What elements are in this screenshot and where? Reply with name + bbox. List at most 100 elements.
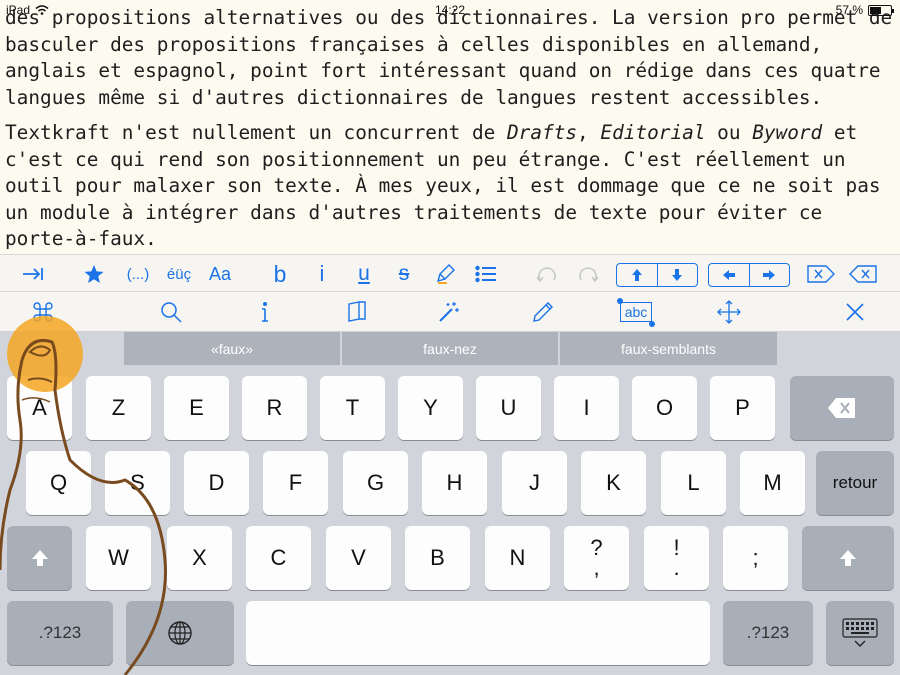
underline-button[interactable]: u bbox=[350, 255, 378, 293]
suggestion-1[interactable]: «faux» bbox=[124, 332, 340, 365]
arrow-up-icon[interactable] bbox=[617, 264, 657, 286]
status-battery: 57 % bbox=[835, 3, 894, 17]
key-w[interactable]: W bbox=[86, 526, 151, 590]
text-line: c'est ce qui rend son positionnement un … bbox=[5, 147, 846, 171]
key-z[interactable]: Z bbox=[86, 376, 151, 440]
key-x[interactable]: X bbox=[167, 526, 232, 590]
dismiss-keyboard-key[interactable] bbox=[826, 601, 894, 665]
key-s[interactable]: S bbox=[105, 451, 170, 515]
case-button[interactable]: Aa bbox=[204, 255, 236, 293]
key-u[interactable]: U bbox=[476, 376, 541, 440]
text-line: un module à intégrer dans d'autres trait… bbox=[5, 200, 823, 224]
italic-button[interactable]: i bbox=[308, 255, 336, 293]
key-l[interactable]: L bbox=[661, 451, 726, 515]
vertical-navigation bbox=[616, 263, 698, 287]
key-question-comma[interactable]: ?, bbox=[564, 526, 629, 590]
keyboard: «faux» faux-nez faux-semblants A Z E R T… bbox=[0, 332, 900, 675]
horizontal-navigation bbox=[708, 263, 790, 287]
arrow-right-icon[interactable] bbox=[748, 264, 790, 286]
magic-wand-icon[interactable] bbox=[434, 292, 464, 332]
status-bar: iPad 14:22 57 % bbox=[0, 0, 900, 20]
book-icon[interactable] bbox=[342, 292, 372, 332]
key-k[interactable]: K bbox=[581, 451, 646, 515]
key-f[interactable]: F bbox=[263, 451, 328, 515]
key-m[interactable]: M bbox=[740, 451, 805, 515]
shift-left-key[interactable] bbox=[7, 526, 72, 590]
key-e[interactable]: E bbox=[164, 376, 229, 440]
touch-highlight bbox=[7, 316, 83, 392]
action-toolbar: abc bbox=[0, 292, 900, 332]
key-d[interactable]: D bbox=[184, 451, 249, 515]
key-n[interactable]: N bbox=[485, 526, 550, 590]
key-y[interactable]: Y bbox=[398, 376, 463, 440]
highlighter-icon[interactable] bbox=[432, 255, 460, 293]
close-icon[interactable] bbox=[840, 292, 870, 332]
text-line: outil pour malaxer son texte. À mes yeux… bbox=[5, 174, 881, 197]
suggestion-3[interactable]: faux-semblants bbox=[560, 332, 777, 365]
key-r[interactable]: R bbox=[242, 376, 307, 440]
key-o[interactable]: O bbox=[632, 376, 697, 440]
paragraph-1: des propositions alternatives ou des dic… bbox=[5, 5, 895, 111]
select-text-label: abc bbox=[620, 302, 652, 322]
text-segment: ou bbox=[705, 121, 753, 144]
text-segment-italic: Editorial bbox=[600, 121, 706, 144]
globe-key[interactable] bbox=[126, 601, 234, 665]
shift-icon bbox=[840, 550, 856, 566]
arrow-left-icon[interactable] bbox=[709, 264, 749, 286]
shift-icon bbox=[31, 550, 48, 566]
text-line: anglais et espagnol, point fort intéress… bbox=[5, 59, 881, 82]
status-time: 14:22 bbox=[434, 3, 466, 17]
text-editor[interactable]: des propositions alternatives ou des dic… bbox=[0, 0, 900, 254]
return-key[interactable]: retour bbox=[816, 451, 894, 515]
text-segment: Textkraft n'est nullement un concurrent … bbox=[5, 121, 507, 144]
text-segment: , bbox=[577, 121, 601, 144]
key-j[interactable]: J bbox=[502, 451, 567, 515]
suggestion-2[interactable]: faux-nez bbox=[342, 332, 558, 365]
key-g[interactable]: G bbox=[343, 451, 408, 515]
move-icon[interactable] bbox=[714, 292, 744, 332]
key-t[interactable]: T bbox=[320, 376, 385, 440]
key-h[interactable]: H bbox=[422, 451, 487, 515]
battery-icon bbox=[868, 4, 894, 16]
arrow-down-icon[interactable] bbox=[656, 264, 698, 286]
star-icon[interactable] bbox=[80, 255, 108, 293]
key-i[interactable]: I bbox=[554, 376, 619, 440]
ellipsis-button[interactable]: (...) bbox=[120, 255, 156, 293]
key-semicolon[interactable]: ; bbox=[723, 526, 788, 590]
key-v[interactable]: V bbox=[326, 526, 391, 590]
key-p[interactable]: P bbox=[710, 376, 775, 440]
shift-right-key[interactable] bbox=[802, 526, 894, 590]
format-toolbar: (...) éüç Aa b i u s bbox=[0, 254, 900, 292]
key-secondary: . bbox=[673, 555, 680, 580]
delete-word-backward-icon[interactable] bbox=[846, 255, 880, 293]
text-segment-italic: Byword bbox=[752, 121, 823, 144]
space-key[interactable] bbox=[246, 601, 710, 665]
key-exclaim-period[interactable]: !. bbox=[644, 526, 709, 590]
search-icon[interactable] bbox=[156, 292, 186, 332]
redo-icon[interactable] bbox=[574, 255, 602, 293]
numbers-left-key[interactable]: .?123 bbox=[7, 601, 113, 665]
select-text-icon[interactable]: abc bbox=[612, 292, 660, 332]
numbers-right-key[interactable]: .?123 bbox=[723, 601, 813, 665]
undo-icon[interactable] bbox=[533, 255, 561, 293]
text-line: porte-à-faux. bbox=[5, 227, 157, 250]
text-line: langues même si d'autres dictionnaires d… bbox=[5, 85, 823, 109]
strikethrough-button[interactable]: s bbox=[390, 255, 418, 293]
paragraph-2: Textkraft n'est nullement un concurrent … bbox=[5, 120, 895, 253]
text-line: basculer des propositions françaises à c… bbox=[5, 32, 823, 56]
battery-label: 57 % bbox=[835, 3, 863, 17]
text-segment-italic: Drafts bbox=[507, 121, 578, 144]
accents-button[interactable]: éüç bbox=[162, 255, 196, 293]
backspace-key[interactable] bbox=[790, 376, 894, 440]
pencil-icon[interactable] bbox=[528, 292, 558, 332]
info-icon[interactable] bbox=[250, 292, 280, 332]
key-c[interactable]: C bbox=[246, 526, 311, 590]
backspace-icon bbox=[828, 398, 855, 418]
text-segment: et bbox=[822, 121, 858, 144]
delete-word-forward-icon[interactable] bbox=[804, 255, 838, 293]
tab-icon[interactable] bbox=[18, 255, 48, 293]
bold-button[interactable]: b bbox=[266, 255, 294, 293]
key-q[interactable]: Q bbox=[26, 451, 91, 515]
key-b[interactable]: B bbox=[405, 526, 470, 590]
list-icon[interactable] bbox=[472, 255, 500, 293]
